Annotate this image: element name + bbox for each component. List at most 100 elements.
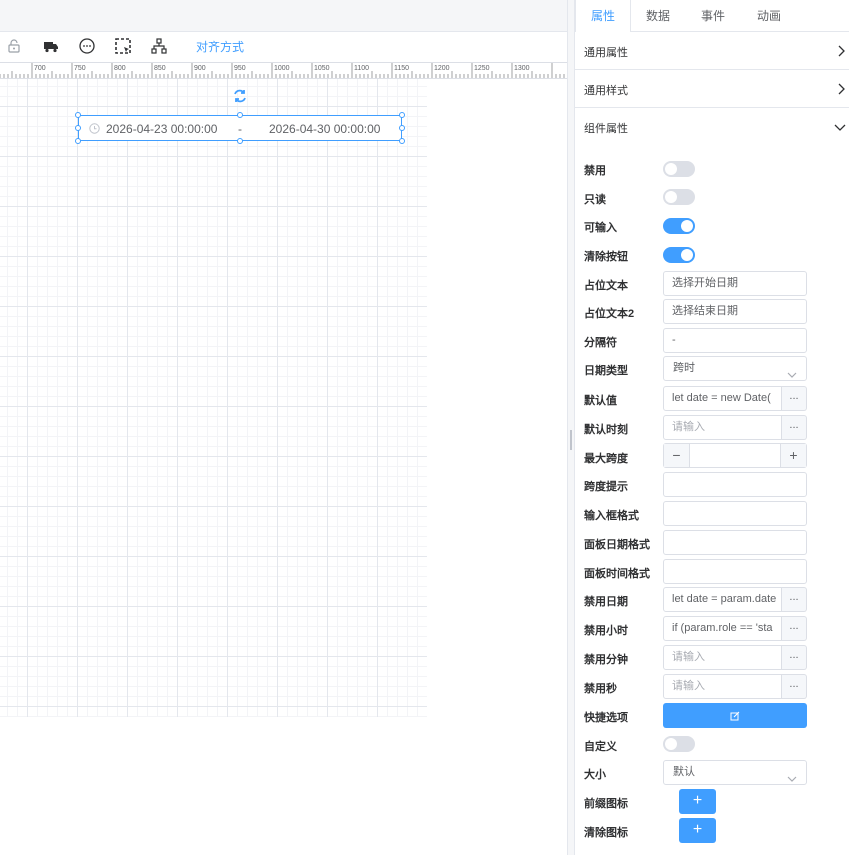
select-area-icon[interactable] — [114, 37, 132, 55]
ruler-tick-label: 900 — [194, 65, 206, 72]
resize-handle-sw[interactable] — [75, 138, 81, 144]
tab-animation[interactable]: 动画 — [741, 0, 797, 32]
ruler-tick-label: 850 — [154, 65, 166, 72]
tab-events[interactable]: 事件 — [685, 0, 741, 32]
default-time-more-button[interactable]: ... — [782, 415, 807, 440]
ruler-tick-label: 1200 — [434, 65, 450, 72]
chevron-right-icon — [836, 45, 846, 60]
label-separator: 分隔符 — [584, 337, 617, 349]
tab-data[interactable]: 数据 — [631, 0, 685, 32]
resize-handle-e[interactable] — [399, 125, 405, 131]
switch-knob — [681, 249, 693, 261]
panel-splitter[interactable] — [567, 0, 575, 855]
resize-handle-s[interactable] — [237, 138, 243, 144]
label-panel-time-format: 面板时间格式 — [584, 568, 650, 580]
placeholder-input[interactable]: 选择开始日期 — [663, 271, 807, 296]
switch-knob — [665, 191, 677, 203]
section-label: 通用属性 — [584, 47, 628, 59]
resize-handle-n[interactable] — [237, 112, 243, 118]
switch-knob — [681, 220, 693, 232]
resize-handle-ne[interactable] — [399, 112, 405, 118]
disabled-seconds-more-button[interactable]: ... — [782, 674, 807, 699]
top-band — [0, 0, 567, 32]
ruler-tick-label: 750 — [74, 65, 86, 72]
edit-icon — [730, 710, 740, 724]
panel-time-format-input[interactable] — [663, 559, 807, 584]
edit-shortcuts-button[interactable] — [663, 703, 807, 728]
label-shortcuts: 快捷选项 — [584, 712, 628, 724]
section-common-props[interactable]: 通用属性 — [575, 32, 849, 70]
increment-button[interactable]: + — [780, 444, 806, 467]
resize-handle-w[interactable] — [75, 125, 81, 131]
label-max-span: 最大跨度 — [584, 453, 628, 465]
design-canvas[interactable] — [0, 79, 427, 717]
label-editable: 可输入 — [584, 222, 617, 234]
start-date-text: 2026-04-23 00:00:00 — [106, 122, 218, 136]
designer-area: 对齐方式 700 750 800 850 900 950 1000 1050 1100 1150 1… — [0, 0, 567, 855]
default-value-input[interactable]: let date = new Date( — [663, 386, 782, 411]
canvas-toolbar — [0, 32, 567, 60]
horizontal-ruler: 700 750 800 850 900 950 1000 1050 1100 1150 1200 12… — [0, 62, 567, 79]
max-span-stepper[interactable]: − + — [663, 443, 807, 468]
label-default-time: 默认时刻 — [584, 424, 628, 436]
section-component-props[interactable]: 组件属性 — [575, 108, 849, 146]
ruler-tick-label: 1300 — [514, 65, 530, 72]
max-span-input[interactable] — [691, 444, 781, 467]
disabled-hours-input[interactable]: if (param.role == 'sta — [663, 616, 782, 641]
range-separator: - — [238, 122, 242, 136]
truck-icon[interactable] — [42, 37, 60, 55]
disabled-minutes-more-button[interactable]: ... — [782, 645, 807, 670]
label-default-value: 默认值 — [584, 395, 617, 407]
chevron-down-icon — [787, 769, 797, 792]
decrement-button[interactable]: − — [664, 444, 690, 467]
switch-disabled[interactable] — [663, 161, 695, 177]
label-prefix-icon: 前缀图标 — [584, 798, 628, 810]
separator-input[interactable]: - — [663, 328, 807, 353]
disabled-date-more-button[interactable]: ... — [782, 587, 807, 612]
span-hint-input[interactable] — [663, 472, 807, 497]
ruler-scale: 700 750 800 850 900 950 1000 1050 1100 1150 1200 12… — [0, 63, 565, 78]
ruler-tick-label: 700 — [34, 65, 46, 72]
add-prefix-icon-button[interactable]: + — [679, 789, 716, 814]
properties-panel: 属性 数据 事件 动画 通用属性 通用样式 组件属性 禁用 只读 可输入 清除按… — [575, 0, 849, 855]
section-common-style[interactable]: 通用样式 — [575, 70, 849, 108]
disabled-seconds-input[interactable]: 请输入 — [663, 674, 782, 699]
size-select[interactable]: 默认 — [663, 760, 807, 785]
splitter-grip[interactable] — [570, 430, 572, 450]
disabled-hours-more-button[interactable]: ... — [782, 616, 807, 641]
chevron-down-icon — [787, 365, 797, 388]
add-clear-icon-button[interactable]: + — [679, 818, 716, 843]
dots-circle-icon[interactable] — [78, 37, 96, 55]
hierarchy-icon[interactable] — [150, 37, 168, 55]
align-menu-link[interactable]: 对齐方式 — [196, 38, 244, 55]
placeholder2-input[interactable]: 选择结束日期 — [663, 299, 807, 324]
size-value: 默认 — [673, 766, 695, 778]
date-type-select[interactable]: 跨时 — [663, 356, 807, 381]
resize-handle-se[interactable] — [399, 138, 405, 144]
ruler-tick-label: 950 — [234, 65, 246, 72]
default-time-input[interactable]: 请输入 — [663, 415, 782, 440]
disabled-date-input[interactable]: let date = param.date — [663, 587, 782, 612]
ruler-tick-label: 800 — [114, 65, 126, 72]
label-size: 大小 — [584, 769, 606, 781]
tab-properties[interactable]: 属性 — [575, 0, 631, 32]
switch-custom[interactable] — [663, 736, 695, 752]
panel-date-format-input[interactable] — [663, 530, 807, 555]
end-date-text: 2026-04-30 00:00:00 — [269, 122, 381, 136]
rotate-handle-icon[interactable] — [232, 88, 248, 104]
switch-editable[interactable] — [663, 218, 695, 234]
lock-icon[interactable] — [5, 37, 23, 55]
label-date-type: 日期类型 — [584, 365, 628, 377]
label-panel-date-format: 面板日期格式 — [584, 539, 650, 551]
switch-readonly[interactable] — [663, 189, 695, 205]
label-clearable: 清除按钮 — [584, 251, 628, 263]
switch-clearable[interactable] — [663, 247, 695, 263]
ruler-tick-label: 1250 — [474, 65, 490, 72]
input-format-input[interactable] — [663, 501, 807, 526]
section-label: 通用样式 — [584, 85, 628, 97]
default-value-more-button[interactable]: ... — [782, 386, 807, 411]
label-disabled-hours: 禁用小时 — [584, 625, 628, 637]
label-span-hint: 跨度提示 — [584, 481, 628, 493]
disabled-minutes-input[interactable]: 请输入 — [663, 645, 782, 670]
resize-handle-nw[interactable] — [75, 112, 81, 118]
